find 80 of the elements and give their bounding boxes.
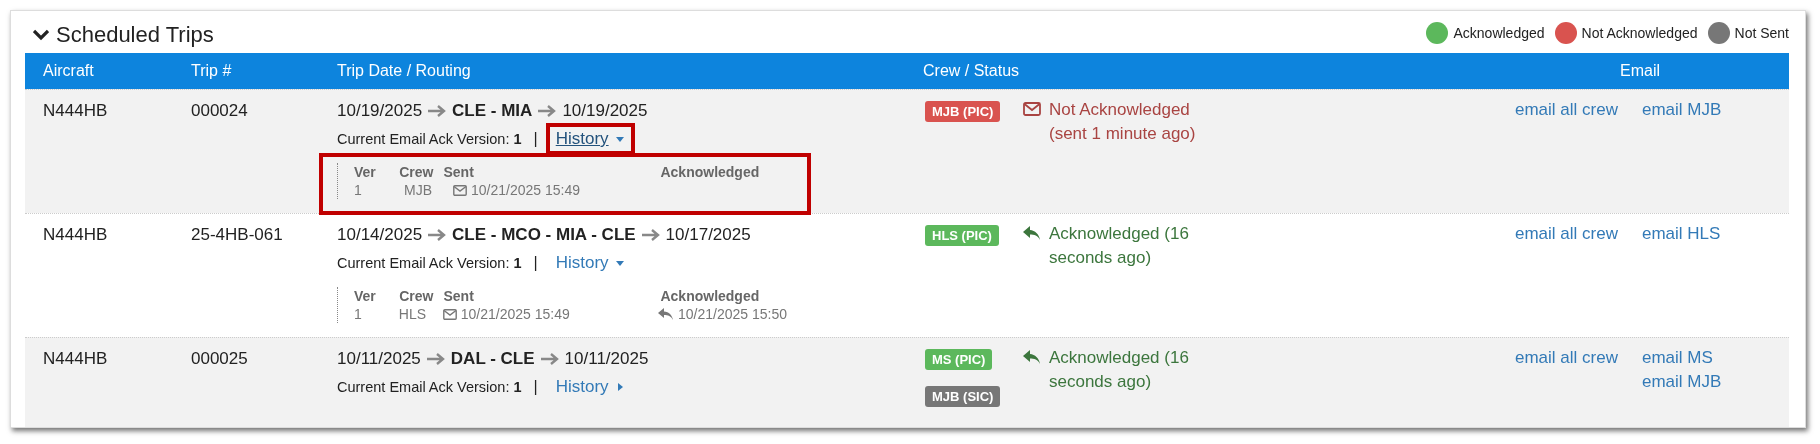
ack-version-label: Current Email Ack Version: — [337, 131, 510, 147]
status-text: Not Acknowledged (sent 1 minute ago) — [1049, 99, 1197, 145]
history-link[interactable]: History — [549, 251, 631, 275]
route-text: CLE - MIA — [452, 101, 533, 121]
email-link[interactable]: email all crew — [1515, 346, 1618, 427]
separator: | — [533, 254, 538, 272]
envelope-icon — [453, 184, 467, 196]
column-header: Aircraft — [42, 62, 95, 80]
envelope-icon — [442, 308, 457, 320]
legend-label: Not Acknowledged — [1581, 25, 1698, 41]
crew-badge: HLS (PIC) — [925, 225, 999, 246]
reply-icon — [1023, 226, 1041, 241]
reply-icon — [1023, 350, 1041, 365]
aircraft-cell: N444HB — [43, 225, 108, 244]
reply-icon — [658, 307, 674, 321]
history-column-header: Ver — [354, 164, 377, 180]
trip-end-date: 10/19/2025 — [562, 101, 648, 121]
aircraft-cell: N444HB — [43, 349, 108, 368]
caret-down-icon[interactable] — [614, 258, 625, 268]
trip-end-date: 10/17/2025 — [665, 225, 751, 245]
email-link[interactable]: email MJB — [1642, 98, 1722, 122]
crew-badge: MJB (PIC) — [925, 101, 1001, 122]
history-cell-text: HLS — [398, 306, 428, 322]
arrow-right-icon — [537, 105, 558, 117]
legend-label: Acknowledged — [1453, 25, 1545, 41]
route-text: DAL - CLE — [450, 349, 535, 369]
history-cell-text: 1 — [354, 306, 363, 322]
arrow-right-icon — [425, 353, 446, 365]
history-column-header: Sent — [443, 288, 475, 304]
history-link[interactable]: History — [549, 375, 631, 399]
email-link[interactable]: email HLS — [1642, 222, 1721, 246]
column-header: Trip Date / Routing — [336, 62, 472, 80]
trip-start-date: 10/19/2025 — [337, 101, 423, 121]
caret-down-icon[interactable] — [614, 134, 625, 144]
arrow-right-icon — [427, 105, 448, 117]
history-column-header: Acknowledged — [660, 164, 761, 180]
ack-version-value: 1 — [513, 379, 522, 395]
trip-end-date: 10/11/2025 — [564, 349, 649, 369]
history-cell-text: MJB — [404, 182, 433, 198]
ack-version-value: 1 — [513, 255, 522, 271]
history-cell: 10/21/2025 15:50 — [678, 306, 787, 322]
email-link[interactable]: email MS — [1642, 346, 1722, 370]
arrow-right-icon — [427, 229, 448, 241]
trip-number-cell: 000024 — [191, 101, 248, 120]
email-link[interactable]: email all crew — [1515, 222, 1618, 337]
crew-badge: MJB (SIC) — [925, 386, 1001, 407]
status-text: Acknowledged (16 seconds ago) — [1049, 223, 1190, 269]
arrow-right-icon — [640, 229, 661, 241]
trip-number-cell: 000025 — [191, 349, 248, 368]
email-link[interactable]: email MJB — [1642, 370, 1722, 394]
aircraft-cell: N444HB — [43, 101, 108, 120]
history-cell: 10/21/2025 15:49 — [460, 306, 570, 322]
history-cell-text: 1 — [354, 182, 363, 198]
trip-start-date: 10/14/2025 — [337, 225, 423, 245]
column-header: Email — [1619, 62, 1661, 80]
history-column-header: Acknowledged — [660, 288, 761, 304]
column-header: Trip # — [190, 62, 233, 80]
ack-version-label: Current Email Ack Version: — [337, 255, 510, 271]
separator: | — [533, 130, 538, 148]
history-column-header: Ver — [354, 288, 377, 304]
envelope-icon — [1023, 102, 1041, 116]
history-column-header: Crew — [399, 288, 435, 304]
column-header: Crew / Status — [922, 62, 1021, 80]
trip-start-date: 10/11/2025 — [337, 349, 421, 369]
crew-badge: MS (PIC) — [925, 349, 993, 370]
arrow-right-icon — [539, 353, 560, 365]
history-column-header: Sent — [443, 164, 475, 180]
email-link[interactable]: email all crew — [1515, 98, 1618, 213]
route-text: CLE - MCO - MIA - CLE — [452, 225, 636, 245]
ack-version-value: 1 — [513, 131, 522, 147]
separator: | — [533, 378, 538, 396]
history-column-header: Crew — [399, 164, 435, 180]
section-title: Scheduled Trips — [56, 22, 214, 48]
status-text: Acknowledged (16 seconds ago) — [1049, 347, 1190, 393]
history-link[interactable]: History — [549, 127, 631, 151]
trip-number-cell: 25-4HB-061 — [191, 225, 283, 244]
chevron-down-icon[interactable] — [33, 29, 49, 41]
legend-label: Not Sent — [1734, 25, 1789, 41]
history-cell: 10/21/2025 15:49 — [471, 182, 580, 198]
ack-version-label: Current Email Ack Version: — [337, 379, 510, 395]
